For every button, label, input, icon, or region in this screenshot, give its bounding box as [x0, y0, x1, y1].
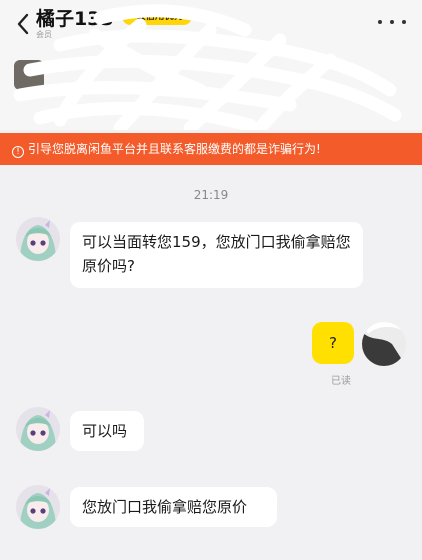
my-message-bubble[interactable]: ?: [312, 322, 354, 364]
message-text: 您放门口我偷拿赔您原价: [82, 498, 248, 516]
chat-header: 橘子133 极信用优秀 会员: [0, 0, 422, 130]
avatar[interactable]: [16, 407, 60, 451]
avatar[interactable]: [16, 217, 60, 261]
message-text: 可以当面转您159，您放门口我偷拿赔您原价吗?: [82, 233, 351, 275]
my-avatar[interactable]: [362, 322, 406, 366]
anime-avatar-icon: [16, 485, 60, 529]
message-bubble[interactable]: 可以当面转您159，您放门口我偷拿赔您原价吗?: [70, 222, 363, 288]
message-bubble[interactable]: 可以吗: [70, 411, 144, 451]
message-text: ?: [329, 334, 337, 352]
fraud-warning-banner[interactable]: ! 引导您脱离闲鱼平台并且联系客服缴费的都是诈骗行为!: [0, 133, 422, 165]
message-timestamp: 21:19: [193, 188, 229, 202]
info-icon: !: [12, 146, 24, 158]
privacy-scribble: [13, 4, 402, 130]
avatar[interactable]: [16, 485, 60, 529]
anime-avatar-icon: [16, 217, 60, 261]
message-bubble[interactable]: 您放门口我偷拿赔您原价: [70, 487, 277, 527]
message-text: 可以吗: [82, 422, 128, 440]
anime-avatar-icon: [16, 407, 60, 451]
read-receipt: 已读: [331, 376, 351, 387]
user-avatar-icon: [362, 322, 406, 366]
fraud-warning-text: 引导您脱离闲鱼平台并且联系客服缴费的都是诈骗行为!: [28, 142, 321, 156]
